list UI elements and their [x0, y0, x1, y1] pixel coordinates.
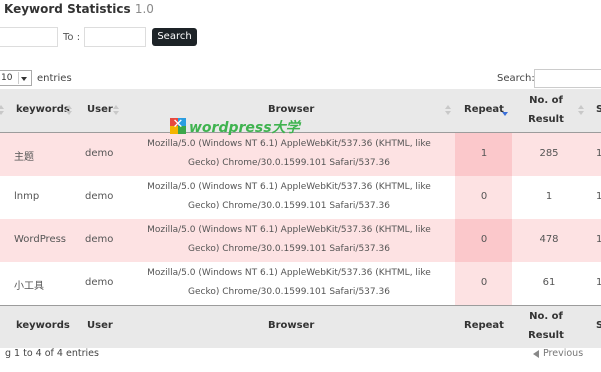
- results-cell: 478: [539, 234, 559, 245]
- sort-icon: [113, 105, 119, 115]
- footer-keywords: keywords: [16, 320, 70, 331]
- keyword-cell: WordPress: [14, 234, 67, 245]
- footer-user: User: [87, 320, 113, 331]
- browser-cell: Mozilla/5.0 (Windows NT 6.1) AppleWebKit…: [133, 135, 445, 173]
- search-button[interactable]: Search: [152, 28, 197, 46]
- header-user[interactable]: User: [87, 104, 113, 115]
- from-date-input[interactable]: [0, 27, 58, 47]
- table-row: 小工具 demo Mozilla/5.0 (Windows NT 6.1) Ap…: [0, 262, 601, 305]
- page-title: Keyword Statistics 1.0: [4, 2, 154, 16]
- table-footer: keywords User Browser Repeat No. of Resul…: [0, 305, 601, 348]
- results-cell: 1: [545, 191, 553, 202]
- watermark: ✕ wordpress大学: [170, 117, 300, 137]
- user-cell: demo: [85, 277, 114, 288]
- version-label: 1.0: [134, 2, 154, 16]
- sort-icon: [578, 105, 584, 115]
- sort-icon: [0, 105, 4, 115]
- browser-line1: Mozilla/5.0 (Windows NT 6.1) AppleWebKit…: [147, 182, 431, 192]
- browser-line1: Mozilla/5.0 (Windows NT 6.1) AppleWebKit…: [147, 225, 431, 235]
- table-row: WordPress demo Mozilla/5.0 (Windows NT 6…: [0, 219, 601, 262]
- sort-descending-icon: [502, 112, 508, 116]
- extra-cell: 1: [596, 277, 601, 288]
- user-cell: demo: [85, 234, 114, 245]
- arrow-left-icon: [533, 350, 539, 358]
- extra-cell: 1: [596, 234, 601, 245]
- entries-per-page-select[interactable]: 10: [0, 70, 32, 86]
- user-cell: demo: [85, 191, 114, 202]
- footer-repeat: Repeat: [464, 320, 504, 331]
- wordpress-daxue-logo-icon: ✕: [170, 117, 186, 134]
- browser-line2: Gecko) Chrome/30.0.1599.101 Safari/537.3…: [188, 287, 390, 297]
- repeat-cell: 0: [480, 234, 488, 245]
- browser-line1: Mozilla/5.0 (Windows NT 6.1) AppleWebKit…: [147, 268, 431, 278]
- user-cell: demo: [85, 148, 114, 159]
- watermark-text: wordpress大学: [189, 120, 300, 136]
- browser-cell: Mozilla/5.0 (Windows NT 6.1) AppleWebKit…: [133, 178, 445, 216]
- browser-cell: Mozilla/5.0 (Windows NT 6.1) AppleWebKit…: [133, 221, 445, 259]
- sort-icon: [66, 105, 72, 115]
- keyword-cell: 主题: [14, 152, 34, 163]
- keyword-cell: 小工具: [14, 281, 44, 292]
- table-search-label: Search:: [497, 73, 535, 84]
- chevron-down-icon: [18, 72, 29, 84]
- footer-results-line2: Result: [528, 330, 564, 341]
- to-label: To :: [63, 32, 81, 43]
- table-search-input[interactable]: [534, 69, 601, 88]
- header-results-line2: Result: [528, 114, 564, 125]
- browser-line2: Gecko) Chrome/30.0.1599.101 Safari/537.3…: [188, 244, 390, 254]
- table-row: lnmp demo Mozilla/5.0 (Windows NT 6.1) A…: [0, 176, 601, 219]
- repeat-cell: 0: [480, 277, 488, 288]
- footer-browser: Browser: [268, 320, 315, 331]
- entries-label: entries: [37, 73, 72, 84]
- footer-no-of-result: No. of Result: [526, 307, 566, 345]
- previous-label: Previous: [543, 348, 584, 359]
- table-row: 主题 demo Mozilla/5.0 (Windows NT 6.1) App…: [0, 133, 601, 176]
- table-header: keywords User Browser Repeat No. of Resul…: [0, 89, 601, 133]
- browser-cell: Mozilla/5.0 (Windows NT 6.1) AppleWebKit…: [133, 264, 445, 302]
- browser-line2: Gecko) Chrome/30.0.1599.101 Safari/537.3…: [188, 201, 390, 211]
- footer-results-line1: No. of: [529, 311, 563, 322]
- header-extra[interactable]: S: [596, 104, 601, 115]
- sort-icon: [445, 105, 451, 115]
- extra-cell: 1: [596, 191, 601, 202]
- extra-cell: 1: [596, 148, 601, 159]
- previous-page-button[interactable]: Previous: [533, 348, 584, 359]
- repeat-cell: 1: [480, 148, 488, 159]
- header-browser[interactable]: Browser: [268, 104, 314, 115]
- repeat-cell: 0: [480, 191, 488, 202]
- results-cell: 61: [542, 277, 556, 288]
- browser-line2: Gecko) Chrome/30.0.1599.101 Safari/537.3…: [188, 158, 390, 168]
- header-keywords[interactable]: keywords: [16, 104, 70, 115]
- page-title-text: Keyword Statistics: [4, 2, 131, 16]
- header-repeat[interactable]: Repeat: [464, 104, 504, 115]
- to-date-input[interactable]: [84, 27, 146, 47]
- entries-per-page-value: 10: [1, 73, 13, 83]
- keyword-cell: lnmp: [14, 191, 40, 202]
- results-cell: 285: [539, 148, 559, 159]
- header-results-line1: No. of: [529, 95, 563, 106]
- header-no-of-result[interactable]: No. of Result: [526, 91, 566, 129]
- browser-line1: Mozilla/5.0 (Windows NT 6.1) AppleWebKit…: [147, 139, 431, 149]
- table-info: g 1 to 4 of 4 entries: [5, 348, 99, 359]
- footer-extra: S: [596, 320, 601, 331]
